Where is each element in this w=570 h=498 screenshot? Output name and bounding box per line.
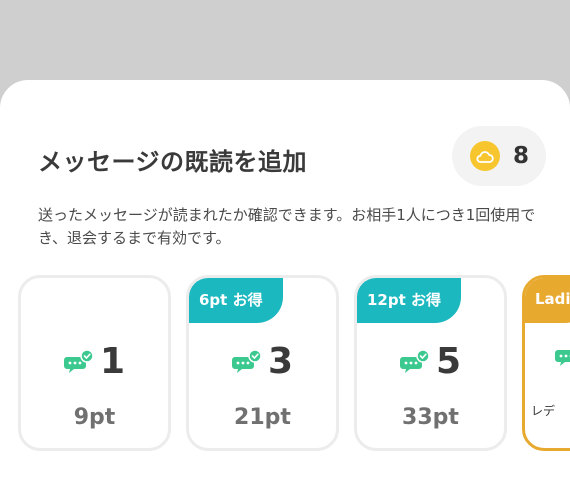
plan-list: 1 9pt 6pt お得 3 21pt 12pt お得 5 33pt Ladi … bbox=[18, 275, 570, 453]
plan-count: 1 bbox=[99, 341, 126, 382]
ladies-label: レデ bbox=[531, 404, 556, 418]
message-read-icon bbox=[555, 350, 570, 366]
plan-card-5[interactable]: 12pt お得 5 33pt bbox=[354, 275, 507, 451]
read-receipt-sheet: メッセージの既読を追加 8 送ったメッセージが読まれたか確認できます。お相手1人… bbox=[0, 80, 570, 498]
plan-price: 9pt bbox=[73, 405, 116, 430]
plan-count: 5 bbox=[435, 341, 462, 382]
message-read-icon bbox=[63, 349, 94, 373]
balance-value: 8 bbox=[513, 143, 530, 169]
discount-badge: 6pt お得 bbox=[189, 278, 283, 323]
sheet-title: メッセージの既読を追加 bbox=[38, 148, 308, 176]
message-read-icon bbox=[399, 349, 430, 373]
plan-card-3[interactable]: 6pt お得 3 21pt bbox=[186, 275, 339, 451]
coin-cloud-icon bbox=[470, 141, 500, 171]
sheet-description: 送ったメッセージが読まれたか確認できます。お相手1人につき1回使用でき、退会する… bbox=[38, 206, 536, 247]
plan-card-1[interactable]: 1 9pt bbox=[18, 275, 171, 451]
ladies-badge: Ladi bbox=[525, 278, 570, 323]
plan-price: 21pt bbox=[234, 405, 291, 430]
plan-card-ladies[interactable]: Ladi レデ bbox=[522, 275, 570, 451]
point-balance: 8 bbox=[452, 126, 546, 186]
plan-price: 33pt bbox=[402, 405, 459, 430]
message-read-icon bbox=[231, 349, 262, 373]
discount-badge: 12pt お得 bbox=[357, 278, 462, 323]
plan-count: 3 bbox=[267, 341, 294, 382]
